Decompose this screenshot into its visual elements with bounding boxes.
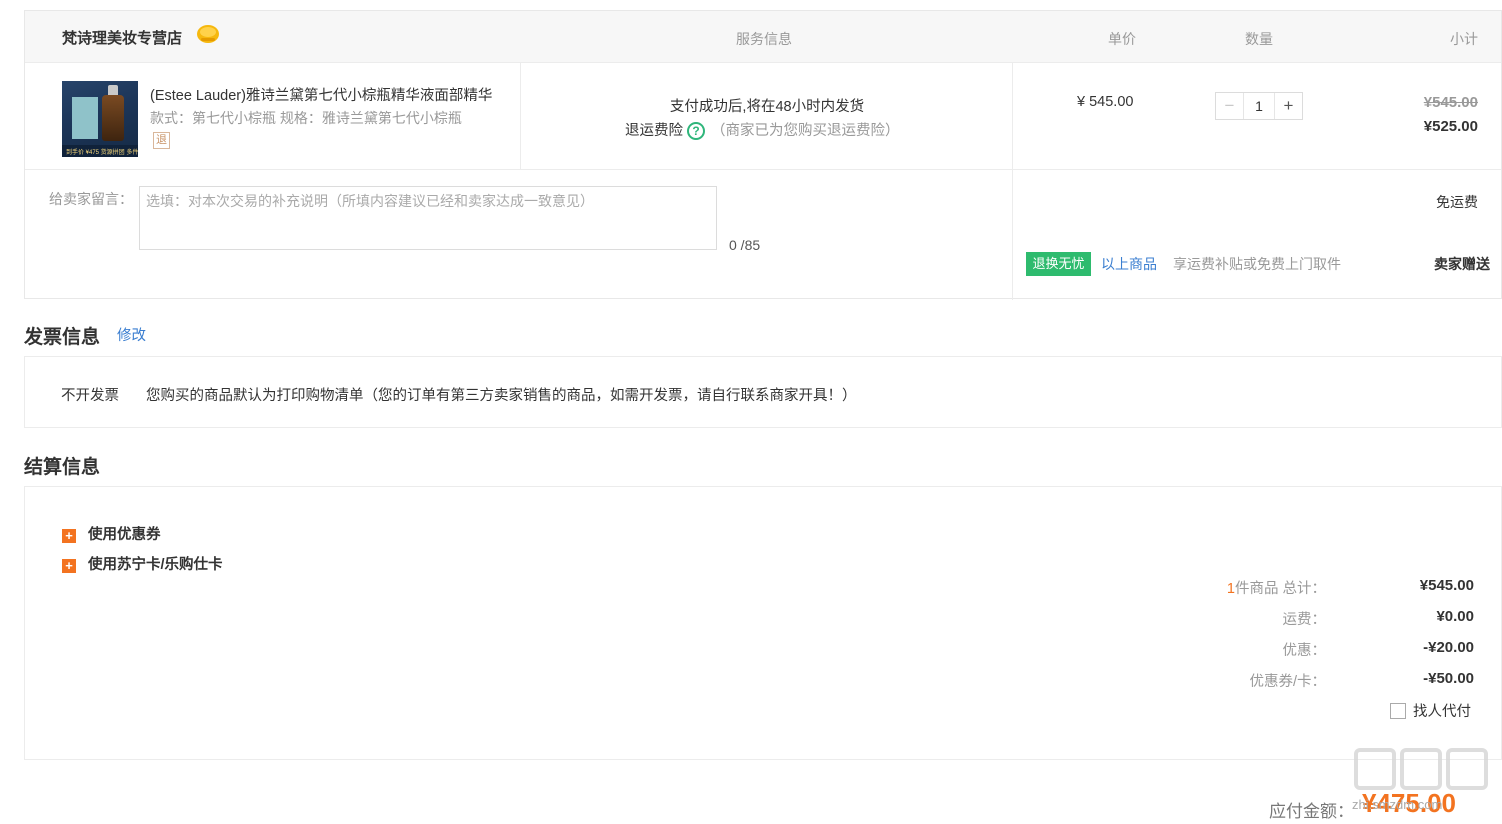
insurance-note: （商家已为您购买退运费险）	[711, 123, 900, 139]
use-suning-card-toggle[interactable]: + 使用苏宁卡/乐购仕卡	[62, 553, 223, 574]
quantity-stepper: − 1 +	[1215, 92, 1303, 120]
plus-button[interactable]: +	[1274, 93, 1302, 119]
final-subtotal: ¥525.00	[1423, 118, 1478, 135]
orange-badge-icon	[195, 23, 221, 45]
watermark-url: zhi.smzdm.com	[1352, 797, 1443, 812]
invoice-section-title: 发票信息	[24, 327, 101, 348]
divider	[1012, 63, 1013, 300]
quantity-input[interactable]: 1	[1244, 93, 1274, 119]
product-thumbnail[interactable]: 到手价 ¥475 货源拼团 多件优惠	[62, 81, 138, 157]
items-total-value: ¥545.00	[1419, 577, 1474, 594]
shipping-subsidy-desc: 享运费补贴或免费上门取件	[1173, 256, 1341, 272]
expand-plus-icon: +	[62, 559, 76, 573]
discount-value: -¥20.00	[1423, 639, 1474, 656]
expand-plus-icon: +	[62, 529, 76, 543]
free-shipping-label: 免运费	[1436, 194, 1478, 210]
shipping-value: ¥0.00	[1436, 608, 1474, 625]
above-products-link[interactable]: 以上商品	[1101, 254, 1157, 274]
message-char-count: 0 /85	[729, 237, 761, 253]
column-subtotal: 小计	[1450, 31, 1478, 47]
shop-name[interactable]: 梵诗理美妆专营店	[62, 27, 182, 48]
checkbox-icon[interactable]	[1390, 703, 1406, 719]
return-worry-free-badge: 退换无忧	[1026, 252, 1091, 276]
minus-button[interactable]: −	[1216, 93, 1244, 119]
coupon-label: 优惠券/卡：	[1249, 674, 1326, 690]
product-title-link[interactable]: (Estee Lauder)雅诗兰黛第七代小棕瓶精华液面部精华	[150, 84, 505, 105]
order-box: 梵诗理美妆专营店 服务信息 单价 数量 小计 到手价 ¥475 货源拼团 多件优…	[24, 10, 1502, 300]
agent-pay-checkbox[interactable]: 找人代付	[1390, 700, 1471, 721]
insurance-label: 退运费险	[625, 123, 683, 139]
seller-gift-label: 卖家赠送	[1434, 256, 1490, 272]
product-spec: 款式：第七代小棕瓶 规格：雅诗兰黛第七代小棕瓶	[150, 110, 462, 126]
column-unit-price: 单价	[1108, 31, 1136, 47]
message-label: 给卖家留言：	[49, 191, 133, 207]
original-subtotal: ¥545.00	[1423, 94, 1478, 111]
settlement-box: + 使用优惠券 + 使用苏宁卡/乐购仕卡 1件商品 总计： ¥545.00 运费： …	[24, 486, 1502, 760]
settlement-section-title: 结算信息	[24, 457, 101, 478]
coupon-value: -¥50.00	[1423, 670, 1474, 687]
invoice-box: 不开发票 您购买的商品默认为打印购物清单（您的订单有第三方卖家销售的商品，如需开…	[24, 356, 1502, 428]
invoice-edit-link[interactable]: 修改	[117, 324, 146, 345]
unit-price: ¥ 545.00	[1077, 94, 1134, 110]
order-header: 梵诗理美妆专营店 服务信息 单价 数量 小计	[25, 11, 1501, 63]
items-total-label: 1件商品 总计：	[1226, 581, 1326, 597]
help-icon[interactable]: ?	[687, 122, 705, 141]
divider	[520, 63, 521, 170]
discount-label: 优惠：	[1282, 643, 1327, 659]
seller-message-input[interactable]	[139, 186, 717, 250]
delivery-promise: 支付成功后,将在48小时内发货	[669, 99, 865, 115]
product-row: 到手价 ¥475 货源拼团 多件优惠 (Estee Lauder)雅诗兰黛第七代…	[25, 63, 1501, 170]
column-quantity: 数量	[1245, 31, 1273, 47]
invoice-type: 不开发票	[61, 388, 119, 404]
return-badge: 退	[153, 132, 170, 149]
insurance-line: 退运费险? （商家已为您购买退运费险）	[625, 119, 900, 141]
thumbnail-caption: 到手价 ¥475 货源拼团 多件优惠	[66, 150, 138, 156]
payable-label: 应付金额：	[1269, 802, 1354, 821]
item-count: 1	[1226, 581, 1235, 597]
invoice-description: 您购买的商品默认为打印购物清单（您的订单有第三方卖家销售的商品，如需开发票，请自…	[146, 388, 857, 404]
agent-pay-label: 找人代付	[1413, 704, 1471, 720]
use-coupon-toggle[interactable]: + 使用优惠券	[62, 523, 161, 544]
shipping-label: 运费：	[1282, 612, 1327, 628]
column-service: 服务信息	[736, 31, 792, 47]
